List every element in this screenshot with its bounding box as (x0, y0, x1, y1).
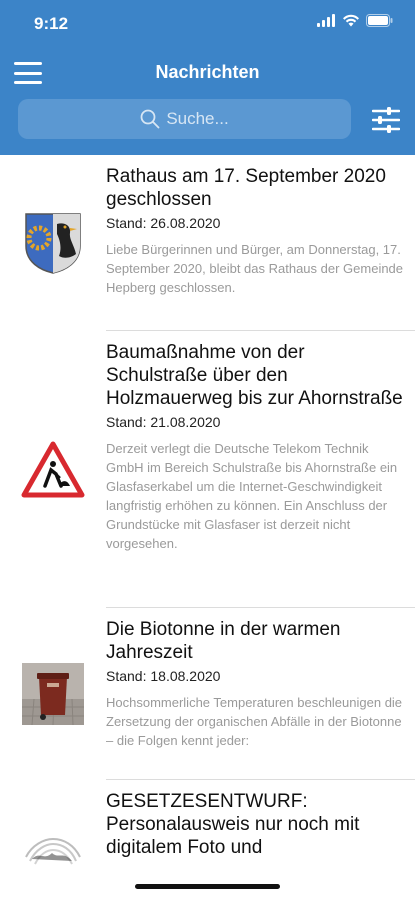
news-excerpt: Derzeit verlegt die Deutsche Telekom Tec… (106, 441, 398, 551)
status-bar: 9:12 (0, 0, 415, 48)
news-item[interactable]: Rathaus am 17. September 2020 geschlosse… (0, 155, 415, 331)
news-date: Stand: 26.08.2020 (106, 215, 221, 231)
coat-of-arms-icon (25, 213, 81, 274)
status-icons (317, 14, 393, 27)
wifi-icon (343, 14, 359, 27)
search-input[interactable]: Suche... (18, 99, 351, 139)
page-title: Nachrichten (155, 62, 260, 82)
status-time: 9:12 (34, 14, 69, 33)
news-content: Die Biotonne in der warmen Jahreszeit St… (106, 618, 415, 770)
fingerprint-photo (22, 809, 84, 871)
battery-icon (366, 14, 393, 27)
news-title: Rathaus am 17. September 2020 geschlosse… (106, 166, 386, 210)
news-thumbnail (0, 618, 106, 770)
news-content: Rathaus am 17. September 2020 geschlosse… (106, 165, 415, 321)
filter-sliders-icon[interactable] (372, 107, 400, 133)
news-date: Stand: 21.08.2020 (106, 414, 221, 430)
news-thumbnail (0, 341, 106, 598)
news-item[interactable]: Baumaßnahme von der Schulstraße über den… (0, 331, 415, 608)
news-content: Baumaßnahme von der Schulstraße über den… (106, 341, 415, 598)
search-row: Suche... (0, 99, 415, 141)
news-content: GESETZESENTWURF: Personalausweis nur noc… (106, 790, 415, 890)
home-indicator[interactable] (135, 884, 280, 889)
search-icon (140, 109, 160, 129)
news-list: Rathaus am 17. September 2020 geschlosse… (0, 155, 415, 900)
search-placeholder: Suche... (166, 109, 229, 128)
news-thumbnail (0, 790, 106, 890)
news-excerpt: Liebe Bürgerinnen und Bürger, am Donners… (106, 242, 404, 295)
cellular-signal-icon (317, 14, 335, 27)
news-item[interactable]: GESETZESENTWURF: Personalausweis nur noc… (0, 780, 415, 900)
news-excerpt: Hochsommerliche Temperaturen beschleunig… (106, 695, 403, 748)
news-title: Baumaßnahme von der Schulstraße über den… (106, 342, 403, 409)
roadwork-sign-icon (21, 441, 85, 497)
nav-bar: Nachrichten (0, 56, 415, 92)
news-title: GESETZESENTWURF: Personalausweis nur noc… (106, 791, 360, 858)
news-thumbnail (0, 165, 106, 321)
bin-photo (22, 663, 84, 725)
news-date: Stand: 18.08.2020 (106, 668, 221, 684)
news-title: Die Biotonne in der warmen Jahreszeit (106, 619, 341, 663)
app-header: 9:12 Nachrichten Suche... (0, 0, 415, 155)
news-item[interactable]: Die Biotonne in der warmen Jahreszeit St… (0, 608, 415, 780)
